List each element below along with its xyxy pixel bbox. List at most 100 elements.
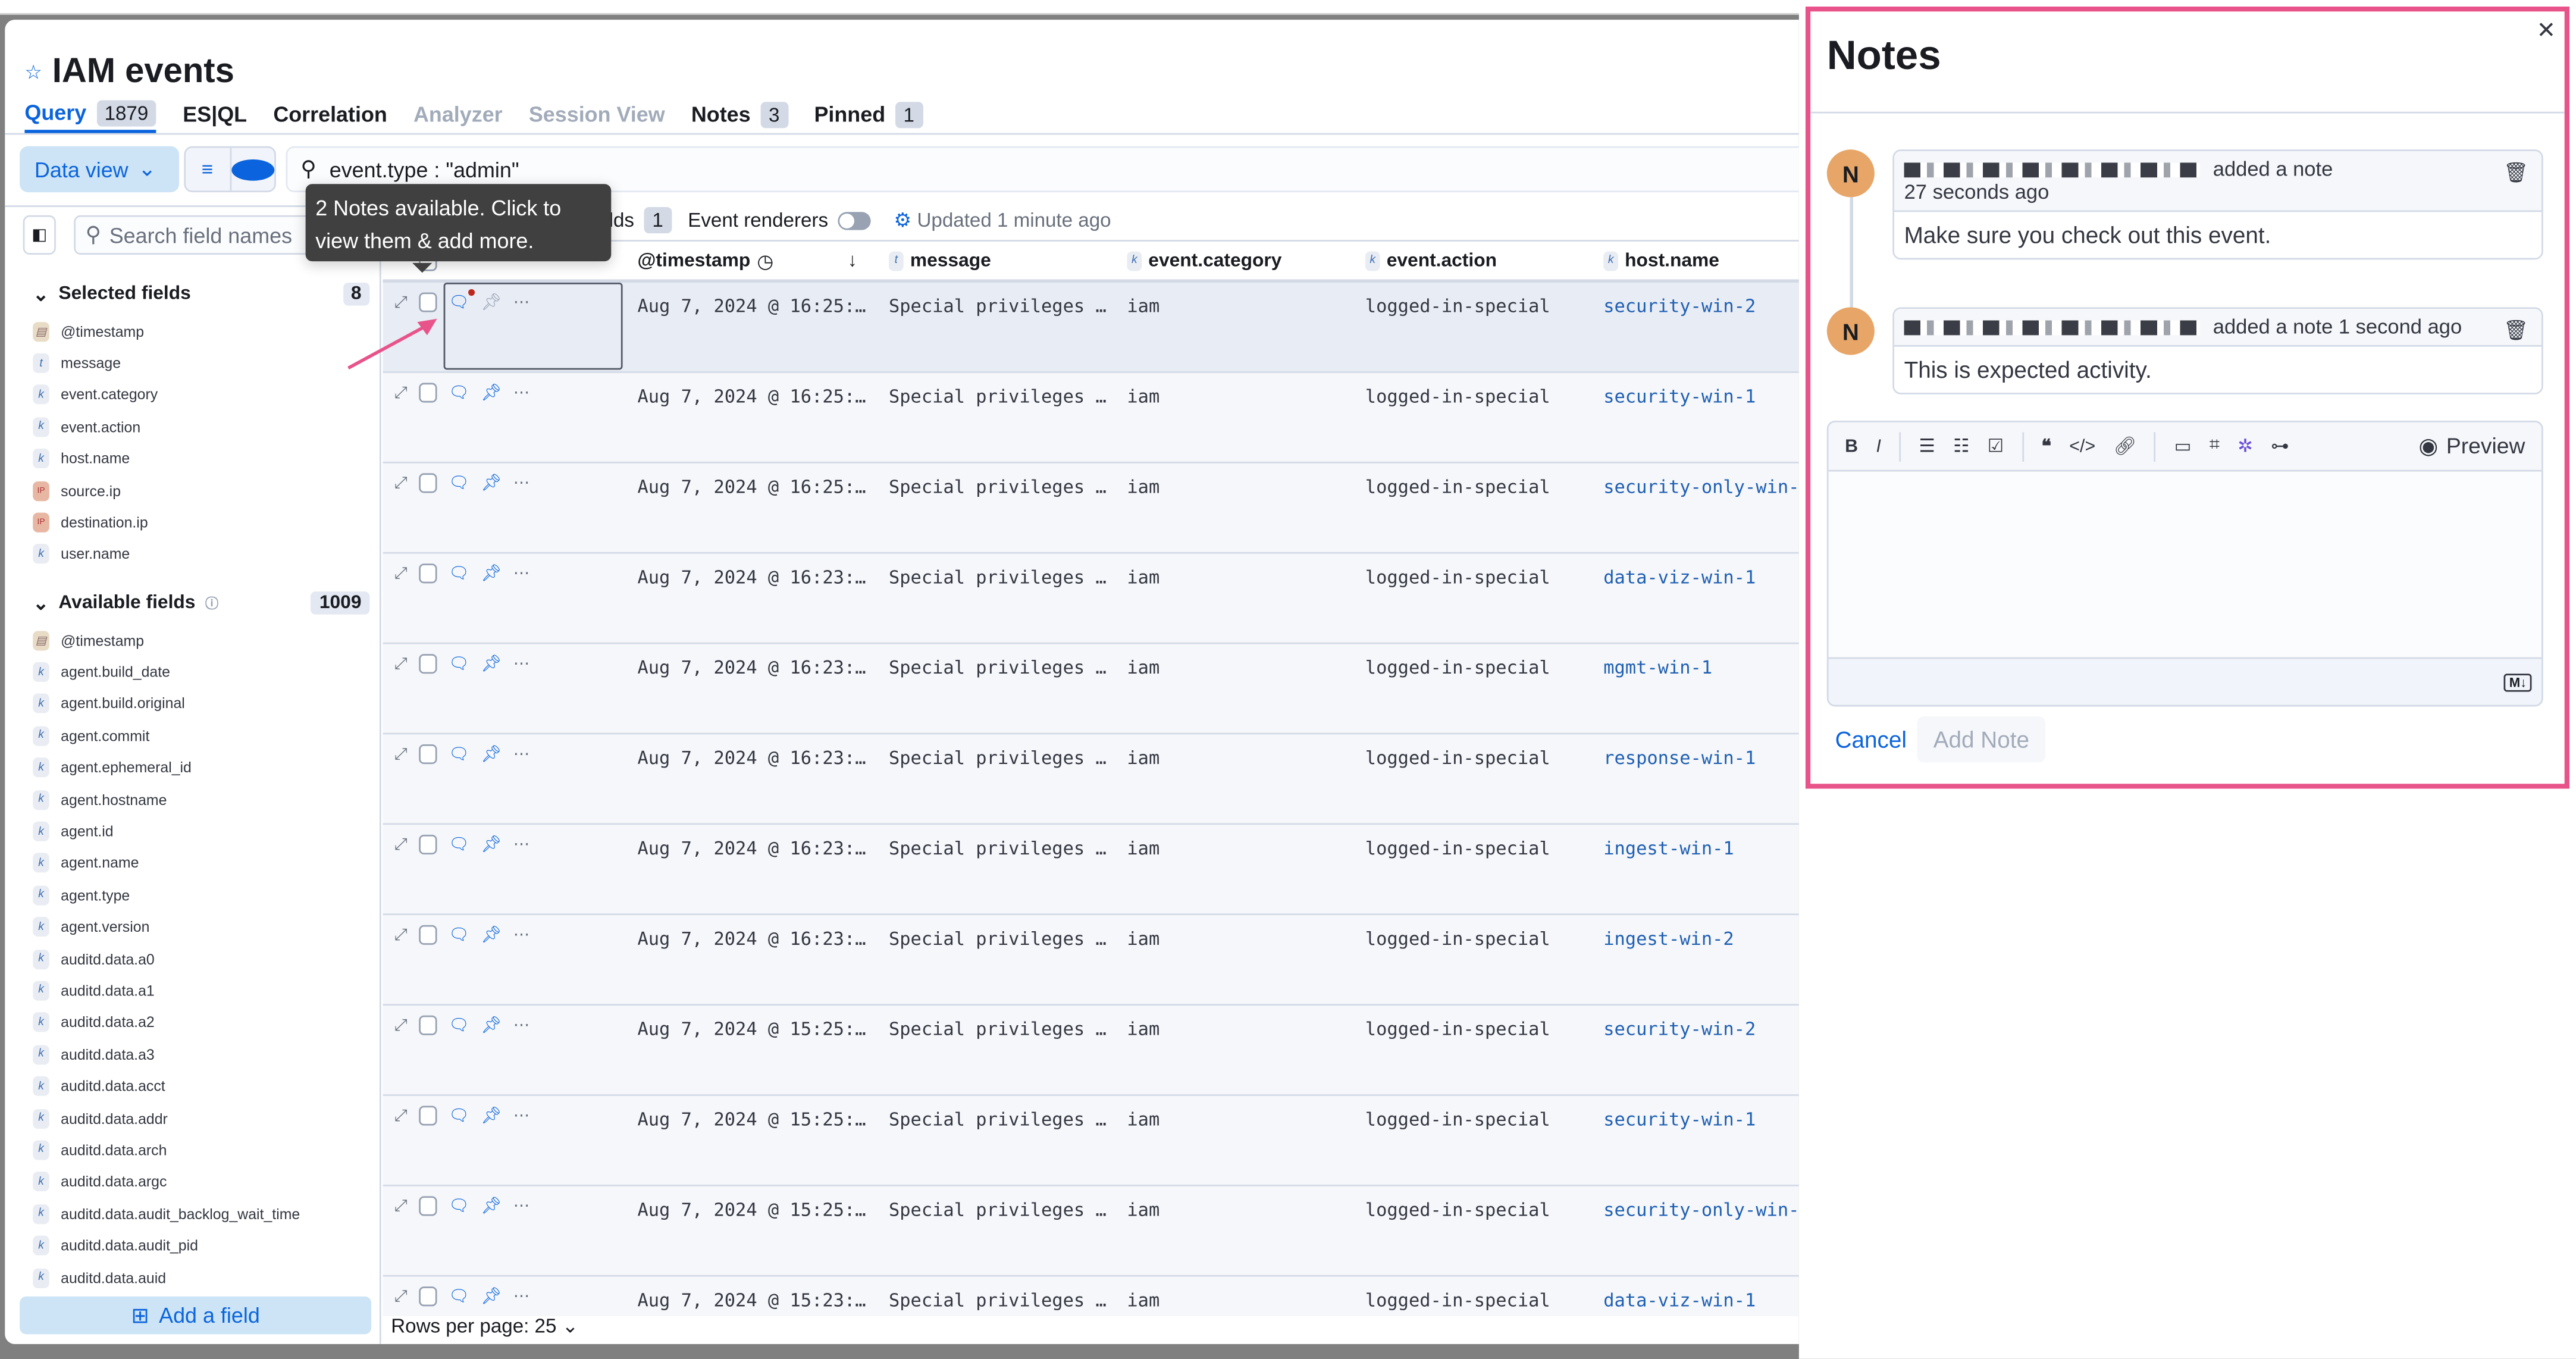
pin-icon[interactable]: 📌︎	[481, 926, 502, 944]
row-checkbox[interactable]	[419, 383, 437, 403]
add-filter-button[interactable]: +	[229, 148, 275, 191]
investigate-icon[interactable]: ⊶	[2271, 436, 2289, 457]
column-header-message[interactable]: t message	[888, 250, 991, 271]
cell-host[interactable]: security-win-1	[1603, 386, 1756, 408]
field-item[interactable]: k auditd.data.argc	[33, 1166, 300, 1198]
notes-icon[interactable]: 🗨︎	[449, 1197, 469, 1215]
numbered-list-icon[interactable]: ☷	[1953, 436, 1969, 457]
cell-host[interactable]: security-win-2	[1603, 1019, 1756, 1040]
pin-icon[interactable]: 📌︎	[481, 1016, 502, 1034]
rows-per-page-button[interactable]: Rows per page: 25 ⌄	[391, 1314, 578, 1338]
tab-notes[interactable]: Notes 3	[691, 95, 788, 133]
pin-icon[interactable]: 📌︎	[481, 835, 502, 853]
more-actions-icon[interactable]: ⋯	[513, 1288, 530, 1305]
field-item[interactable]: k auditd.data.a2	[33, 1007, 300, 1039]
tab-pinned[interactable]: Pinned 1	[814, 95, 923, 133]
sort-descending-icon[interactable]: ↓	[848, 250, 857, 270]
more-actions-icon[interactable]: ⋯	[513, 384, 530, 402]
column-header-event-category[interactable]: k event.category	[1127, 250, 1281, 271]
field-item[interactable]: IP destination.ip	[33, 506, 158, 538]
field-item[interactable]: k agent.id	[33, 816, 300, 848]
row-checkbox[interactable]	[419, 1106, 437, 1126]
field-item[interactable]: k agent.type	[33, 879, 300, 912]
field-item[interactable]: k event.action	[33, 411, 158, 443]
row-checkbox[interactable]	[419, 1196, 437, 1216]
pin-icon[interactable]: 📌︎	[481, 474, 502, 492]
field-item[interactable]: k auditd.data.acct	[33, 1070, 300, 1103]
more-actions-icon[interactable]: ⋯	[513, 926, 530, 944]
notes-icon[interactable]: 🗨︎	[449, 1288, 469, 1305]
cell-host[interactable]: mgmt-win-1	[1603, 657, 1712, 679]
osquery-icon[interactable]: ✲	[2237, 436, 2252, 457]
more-actions-icon[interactable]: ⋯	[513, 835, 530, 853]
notes-icon[interactable]: 🗨︎	[449, 745, 469, 763]
data-view-button[interactable]: Data view ⌄	[20, 146, 180, 193]
more-actions-icon[interactable]: ⋯	[513, 1016, 530, 1034]
filter-icon[interactable]: ≡	[186, 148, 229, 191]
row-checkbox[interactable]	[419, 1286, 437, 1307]
link-icon[interactable]: 🔗︎	[2114, 436, 2137, 457]
tab-session-view[interactable]: Session View	[529, 95, 665, 133]
field-item[interactable]: k agent.commit	[33, 720, 300, 752]
row-checkbox[interactable]	[419, 834, 437, 854]
more-actions-icon[interactable]: ⋯	[513, 1107, 530, 1125]
row-checkbox[interactable]	[419, 1015, 437, 1035]
expand-icon[interactable]: ⤢	[394, 926, 408, 944]
notes-icon[interactable]: 🗨︎	[449, 655, 469, 672]
field-item[interactable]: k agent.version	[33, 911, 300, 943]
tab-query[interactable]: Query 1879	[24, 95, 157, 133]
cell-host[interactable]: ingest-win-1	[1603, 838, 1734, 859]
column-header-event-action[interactable]: k event.action	[1365, 250, 1497, 271]
more-actions-icon[interactable]: ⋯	[513, 474, 530, 492]
expand-icon[interactable]: ⤢	[394, 1197, 408, 1215]
star-icon[interactable]: ☆	[24, 61, 42, 84]
pin-icon[interactable]: 📌︎	[481, 384, 502, 402]
expand-icon[interactable]: ⤢	[394, 474, 408, 492]
tab-correlation[interactable]: Correlation	[273, 95, 387, 133]
expand-icon[interactable]: ⤢	[394, 384, 408, 402]
cell-host[interactable]: security-only-win-1	[1603, 477, 1799, 498]
expand-icon[interactable]: ⤢	[394, 1107, 408, 1125]
preview-button[interactable]: ◉ Preview	[2418, 433, 2525, 459]
cell-host[interactable]: ingest-win-2	[1603, 928, 1734, 950]
notes-icon[interactable]: 🗨︎	[449, 835, 469, 853]
field-item[interactable]: ▤ @timestamp	[33, 624, 300, 656]
more-actions-icon[interactable]: ⋯	[513, 745, 530, 763]
row-checkbox[interactable]	[419, 292, 437, 312]
field-item[interactable]: k auditd.data.auid	[33, 1261, 300, 1294]
pin-icon[interactable]: 📌︎	[481, 1288, 502, 1305]
cell-host[interactable]: data-viz-win-1	[1603, 567, 1756, 588]
event-renderers-toggle[interactable]	[838, 211, 871, 230]
notes-icon[interactable]: 🗨︎	[449, 474, 469, 492]
pin-icon[interactable]: 📌︎	[481, 655, 502, 672]
field-item[interactable]: k agent.build_date	[33, 656, 300, 688]
field-item[interactable]: IP source.ip	[33, 475, 158, 507]
selected-fields-header[interactable]: ⌄ Selected fields 8	[33, 282, 370, 306]
field-item[interactable]: k agent.name	[33, 847, 300, 879]
cell-host[interactable]: security-win-1	[1603, 1109, 1756, 1131]
field-item[interactable]: k host.name	[33, 443, 158, 475]
task-list-icon[interactable]: ☑	[1988, 436, 2004, 457]
column-header--timestamp[interactable]: @timestamp ◷	[637, 249, 773, 272]
expand-icon[interactable]: ⤢	[394, 835, 408, 853]
field-item[interactable]: t message	[33, 347, 158, 380]
cell-host[interactable]: data-viz-win-1	[1603, 1290, 1756, 1311]
cancel-button[interactable]: Cancel	[1835, 727, 1907, 753]
available-fields-header[interactable]: ⌄ Available fields ⓘ 1009	[33, 591, 370, 615]
field-item[interactable]: ▤ @timestamp	[33, 315, 158, 347]
notes-icon[interactable]: 🗨︎	[449, 926, 469, 944]
field-item[interactable]: k auditd.data.a3	[33, 1038, 300, 1070]
expand-icon[interactable]: ⤢	[394, 655, 408, 672]
more-actions-icon[interactable]: ⋯	[513, 1197, 530, 1215]
tab-es-ql[interactable]: ES|QL	[183, 95, 247, 133]
pin-icon[interactable]: 📌︎	[481, 1107, 502, 1125]
pin-icon[interactable]: 📌︎	[481, 565, 502, 583]
tab-analyzer[interactable]: Analyzer	[413, 95, 503, 133]
row-checkbox[interactable]	[419, 654, 437, 674]
row-checkbox[interactable]	[419, 925, 437, 945]
field-item[interactable]: k auditd.data.audit_pid	[33, 1230, 300, 1262]
timeline-icon[interactable]: ⌗	[2210, 436, 2220, 457]
expand-icon[interactable]: ⤢	[394, 745, 408, 763]
field-item[interactable]: k agent.ephemeral_id	[33, 752, 300, 784]
quote-icon[interactable]: ❝	[2042, 436, 2051, 457]
